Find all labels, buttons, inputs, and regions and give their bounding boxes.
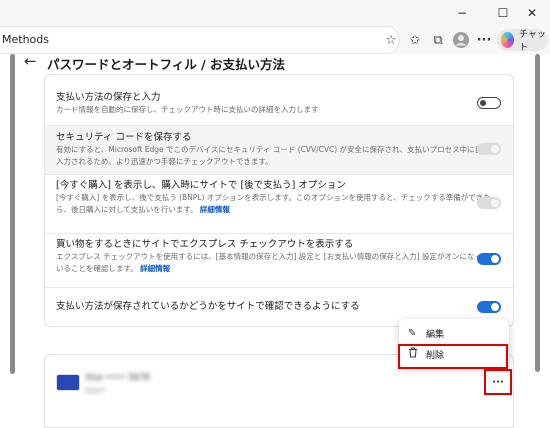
security-code-toggle[interactable] (477, 143, 501, 155)
browser-window: − ☐ ✕ Methods ☆ ✩ ⧉ ··· チャット ← パスワードとオート… (0, 0, 550, 428)
copilot-chat-button[interactable]: チャット (497, 29, 548, 53)
menu-item-label: 編集 (426, 329, 445, 340)
back-arrow-icon[interactable]: ← (24, 52, 37, 70)
more-button-highlight-box (484, 369, 512, 395)
favorites-icon[interactable]: ✩ (405, 30, 425, 50)
learn-more-link[interactable]: 詳細情報 (140, 264, 170, 273)
setting-title: セキュリティ コードを保存する (56, 132, 192, 143)
delete-highlight-box (398, 344, 508, 369)
menu-item-edit[interactable]: ✎ 編集 (399, 323, 509, 343)
pencil-icon: ✎ (408, 327, 417, 339)
setting-title: 買い物をするときにサイトでエクスプレス チェックアウトを表示する (56, 239, 354, 250)
settings-page: ← パスワードとオートフィル / お支払い方法 支払い方法の保存と入力 カード情… (0, 52, 550, 428)
card-name: Visa •••• 5678 (85, 373, 150, 383)
divider (45, 287, 513, 288)
save-payment-toggle[interactable] (477, 97, 501, 109)
setting-desc-text: [今すぐ購入] を表示し、後で支払う (BNPL) オプションを表示します。この… (56, 193, 491, 214)
divider (45, 174, 513, 175)
address-bar[interactable]: Methods ☆ (0, 26, 400, 54)
chat-label: チャット (518, 30, 546, 53)
minimize-button[interactable]: − (444, 0, 480, 26)
express-checkout-toggle[interactable] (477, 253, 501, 265)
setting-desc: [今すぐ購入] を表示し、後で支払う (BNPL) オプションを表示します。この… (56, 192, 496, 216)
left-scrollbar[interactable] (10, 54, 15, 374)
site-check-toggle[interactable] (477, 301, 501, 313)
setting-desc: カード情報を自動的に保存し、チェックアウト時に支払いの詳細を入力します (56, 105, 319, 114)
more-tools-icon[interactable]: ··· (474, 30, 494, 50)
setting-desc-text: エクスプレス チェックアウトを使用するには、[基本情報の保存と入力] 設定と [… (56, 252, 490, 273)
setting-row-bnpl: [今すぐ購入] を表示し、購入時にサイトで [後で支払う] オプション [今すぐ… (45, 179, 513, 227)
favorite-star-icon[interactable]: ☆ (381, 30, 401, 50)
credit-card-icon (57, 375, 79, 390)
divider (45, 233, 513, 234)
page-scrollbar[interactable] (535, 54, 540, 372)
profile-icon[interactable] (451, 30, 471, 50)
page-title: パスワードとオートフィル / お支払い方法 (47, 57, 286, 72)
setting-row-express-checkout: 買い物をするときにサイトでエクスプレス チェックアウトを表示する エクスプレス … (45, 238, 513, 286)
setting-desc: 有効にすると、Microsoft Edge でこのデバイスにセキュリティ コード… (56, 145, 490, 166)
setting-title: [今すぐ購入] を表示し、購入時にサイトで [後で支払う] オプション (56, 180, 346, 191)
setting-row-site-check: 支払い方法が保存されているかどうかをサイトで確認できるようにする (45, 300, 513, 320)
url-text: Methods (2, 33, 49, 46)
copilot-icon (501, 32, 514, 48)
setting-title: 支払い方法が保存されているかどうかをサイトで確認できるようにする (56, 301, 360, 312)
setting-row-security-code: セキュリティ コードを保存する 有効にすると、Microsoft Edge でこ… (45, 126, 513, 174)
bnpl-toggle[interactable] (477, 197, 501, 209)
close-button[interactable]: ✕ (514, 0, 550, 26)
learn-more-link[interactable]: 詳細情報 (200, 205, 230, 214)
title-bar: − ☐ ✕ (0, 0, 550, 26)
collections-icon[interactable]: ⧉ (428, 30, 448, 50)
setting-title: 支払い方法の保存と入力 (56, 92, 161, 103)
toolbar: Methods ☆ ✩ ⧉ ··· チャット (0, 26, 550, 54)
payment-settings-card: 支払い方法の保存と入力 カード情報を自動的に保存し、チェックアウト時に支払いの詳… (44, 74, 514, 327)
setting-desc: エクスプレス チェックアウトを使用するには、[基本情報の保存と入力] 設定と [… (56, 251, 496, 275)
card-expiry: 01/27 (85, 387, 106, 395)
